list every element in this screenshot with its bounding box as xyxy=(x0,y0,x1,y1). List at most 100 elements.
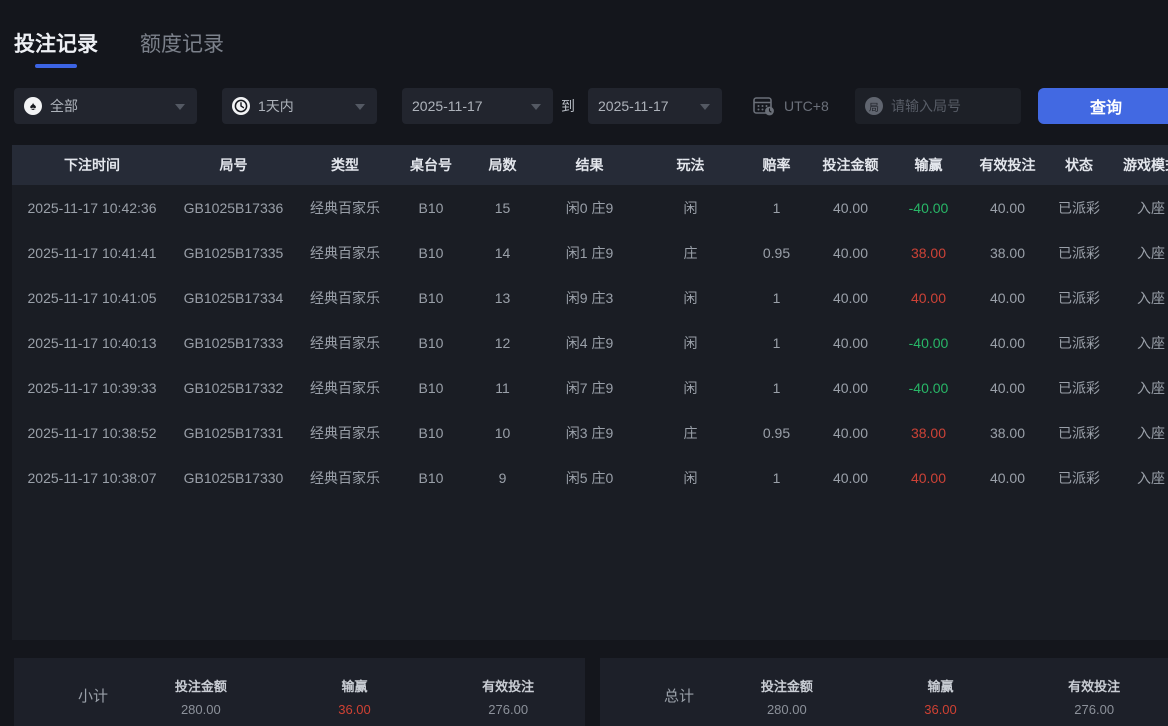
cell-bet_amount: 40.00 xyxy=(813,245,888,261)
cell-play: 闲 xyxy=(641,198,740,218)
total-panel: 总计 投注金额 280.00 输赢 36.00 有效投注 276.00 xyxy=(600,658,1168,726)
table-row[interactable]: 2025-11-17 10:41:05GB1025B17334经典百家乐B101… xyxy=(12,275,1168,320)
cell-time: 2025-11-17 10:40:13 xyxy=(12,335,172,351)
game-type-select[interactable]: ♠ 全部 xyxy=(14,88,197,124)
cell-mode: 入座 xyxy=(1112,198,1168,218)
time-range-value: 1天内 xyxy=(258,96,294,116)
subtotal-bet-amount: 投注金额 280.00 xyxy=(124,674,278,717)
table-row[interactable]: 2025-11-17 10:41:41GB1025B17335经典百家乐B101… xyxy=(12,230,1168,275)
column-header-type: 类型 xyxy=(295,155,395,175)
cell-bet_amount: 40.00 xyxy=(813,335,888,351)
total-win-loss: 输赢 36.00 xyxy=(864,674,1018,717)
cell-odds: 0.95 xyxy=(740,245,813,261)
cell-time: 2025-11-17 10:39:33 xyxy=(12,380,172,396)
date-from-select[interactable]: 2025-11-17 xyxy=(402,88,553,124)
subtotal-valid-bet: 有效投注 276.00 xyxy=(431,674,585,717)
cell-time: 2025-11-17 10:41:05 xyxy=(12,290,172,306)
cell-table_no: B10 xyxy=(395,200,467,216)
cell-status: 已派彩 xyxy=(1046,468,1112,488)
cell-table_no: B10 xyxy=(395,380,467,396)
cell-mode: 入座 xyxy=(1112,288,1168,308)
total-stats: 投注金额 280.00 输赢 36.00 有效投注 276.00 xyxy=(710,674,1168,717)
cell-round_no: GB1025B17330 xyxy=(172,470,295,486)
cell-win_loss: -40.00 xyxy=(888,200,969,216)
cell-status: 已派彩 xyxy=(1046,243,1112,263)
cell-time: 2025-11-17 10:42:36 xyxy=(12,200,172,216)
tab-bet-records[interactable]: 投注记录 xyxy=(14,28,98,68)
tab-quota-records[interactable]: 额度记录 xyxy=(140,28,224,68)
cell-type: 经典百家乐 xyxy=(295,468,395,488)
total-bet-amount: 投注金额 280.00 xyxy=(710,674,864,717)
table-body: 2025-11-17 10:42:36GB1025B17336经典百家乐B101… xyxy=(12,185,1168,500)
tab-bar: 投注记录 额度记录 xyxy=(14,28,224,68)
active-tab-underline xyxy=(35,64,77,68)
cell-mode: 入座 xyxy=(1112,243,1168,263)
cell-round_no: GB1025B17331 xyxy=(172,425,295,441)
cell-bet_amount: 40.00 xyxy=(813,290,888,306)
timezone-indicator[interactable]: UTC+8 xyxy=(752,95,829,117)
cell-win_loss: 40.00 xyxy=(888,470,969,486)
column-header-time: 下注时间 xyxy=(12,155,172,175)
cell-play: 闲 xyxy=(641,378,740,398)
table-row[interactable]: 2025-11-17 10:38:07GB1025B17330经典百家乐B109… xyxy=(12,455,1168,500)
clock-icon xyxy=(232,97,250,115)
cell-table_no: B10 xyxy=(395,245,467,261)
cell-status: 已派彩 xyxy=(1046,288,1112,308)
cell-round_count: 9 xyxy=(467,470,538,486)
date-to-select[interactable]: 2025-11-17 xyxy=(588,88,722,124)
table-row[interactable]: 2025-11-17 10:40:13GB1025B17333经典百家乐B101… xyxy=(12,320,1168,365)
column-header-round_no: 局号 xyxy=(172,155,295,175)
table-row[interactable]: 2025-11-17 10:42:36GB1025B17336经典百家乐B101… xyxy=(12,185,1168,230)
column-header-mode: 游戏模式 xyxy=(1112,155,1168,175)
query-button[interactable]: 查询 xyxy=(1038,88,1168,124)
subtotal-win-loss: 输赢 36.00 xyxy=(278,674,432,717)
spade-icon: ♠ xyxy=(24,97,42,115)
column-header-status: 状态 xyxy=(1046,155,1112,175)
cell-mode: 入座 xyxy=(1112,468,1168,488)
cell-odds: 1 xyxy=(740,380,813,396)
column-header-bet_amount: 投注金额 xyxy=(813,155,888,175)
table-row[interactable]: 2025-11-17 10:38:52GB1025B17331经典百家乐B101… xyxy=(12,410,1168,455)
chevron-down-icon xyxy=(531,104,541,110)
cell-time: 2025-11-17 10:38:07 xyxy=(12,470,172,486)
column-header-valid_bet: 有效投注 xyxy=(969,155,1046,175)
cell-result: 闲1 庄9 xyxy=(538,243,641,263)
cell-round_count: 13 xyxy=(467,290,538,306)
cell-mode: 入座 xyxy=(1112,378,1168,398)
table-row[interactable]: 2025-11-17 10:39:33GB1025B17332经典百家乐B101… xyxy=(12,365,1168,410)
cell-type: 经典百家乐 xyxy=(295,198,395,218)
cell-round_count: 15 xyxy=(467,200,538,216)
cell-odds: 1 xyxy=(740,470,813,486)
cell-result: 闲3 庄9 xyxy=(538,423,641,443)
cell-mode: 入座 xyxy=(1112,423,1168,443)
cell-round_no: GB1025B17336 xyxy=(172,200,295,216)
cell-odds: 1 xyxy=(740,200,813,216)
cell-type: 经典百家乐 xyxy=(295,243,395,263)
cell-round_no: GB1025B17335 xyxy=(172,245,295,261)
cell-play: 闲 xyxy=(641,468,740,488)
cell-result: 闲4 庄9 xyxy=(538,333,641,353)
time-range-select[interactable]: 1天内 xyxy=(222,88,377,124)
cell-odds: 0.95 xyxy=(740,425,813,441)
chevron-down-icon xyxy=(700,104,710,110)
cell-round_count: 14 xyxy=(467,245,538,261)
round-number-input[interactable]: 局 请输入局号 xyxy=(855,88,1021,124)
subtotal-panel: 小计 投注金额 280.00 输赢 36.00 有效投注 276.00 xyxy=(14,658,585,726)
tab-quota-records-label: 额度记录 xyxy=(140,33,224,56)
cell-status: 已派彩 xyxy=(1046,198,1112,218)
cell-round_count: 12 xyxy=(467,335,538,351)
date-from-value: 2025-11-17 xyxy=(412,98,483,114)
cell-result: 闲5 庄0 xyxy=(538,468,641,488)
cell-valid_bet: 40.00 xyxy=(969,335,1046,351)
calendar-clock-icon xyxy=(752,95,776,117)
cell-odds: 1 xyxy=(740,290,813,306)
date-to-value: 2025-11-17 xyxy=(598,98,669,114)
cell-status: 已派彩 xyxy=(1046,333,1112,353)
table-header-row: 下注时间局号类型桌台号局数结果玩法赔率投注金额输赢有效投注状态游戏模式 xyxy=(12,145,1168,185)
column-header-win_loss: 输赢 xyxy=(888,155,969,175)
column-header-result: 结果 xyxy=(538,155,641,175)
cell-round_no: GB1025B17333 xyxy=(172,335,295,351)
cell-play: 闲 xyxy=(641,333,740,353)
column-header-round_count: 局数 xyxy=(467,155,538,175)
total-label: 总计 xyxy=(648,685,710,706)
